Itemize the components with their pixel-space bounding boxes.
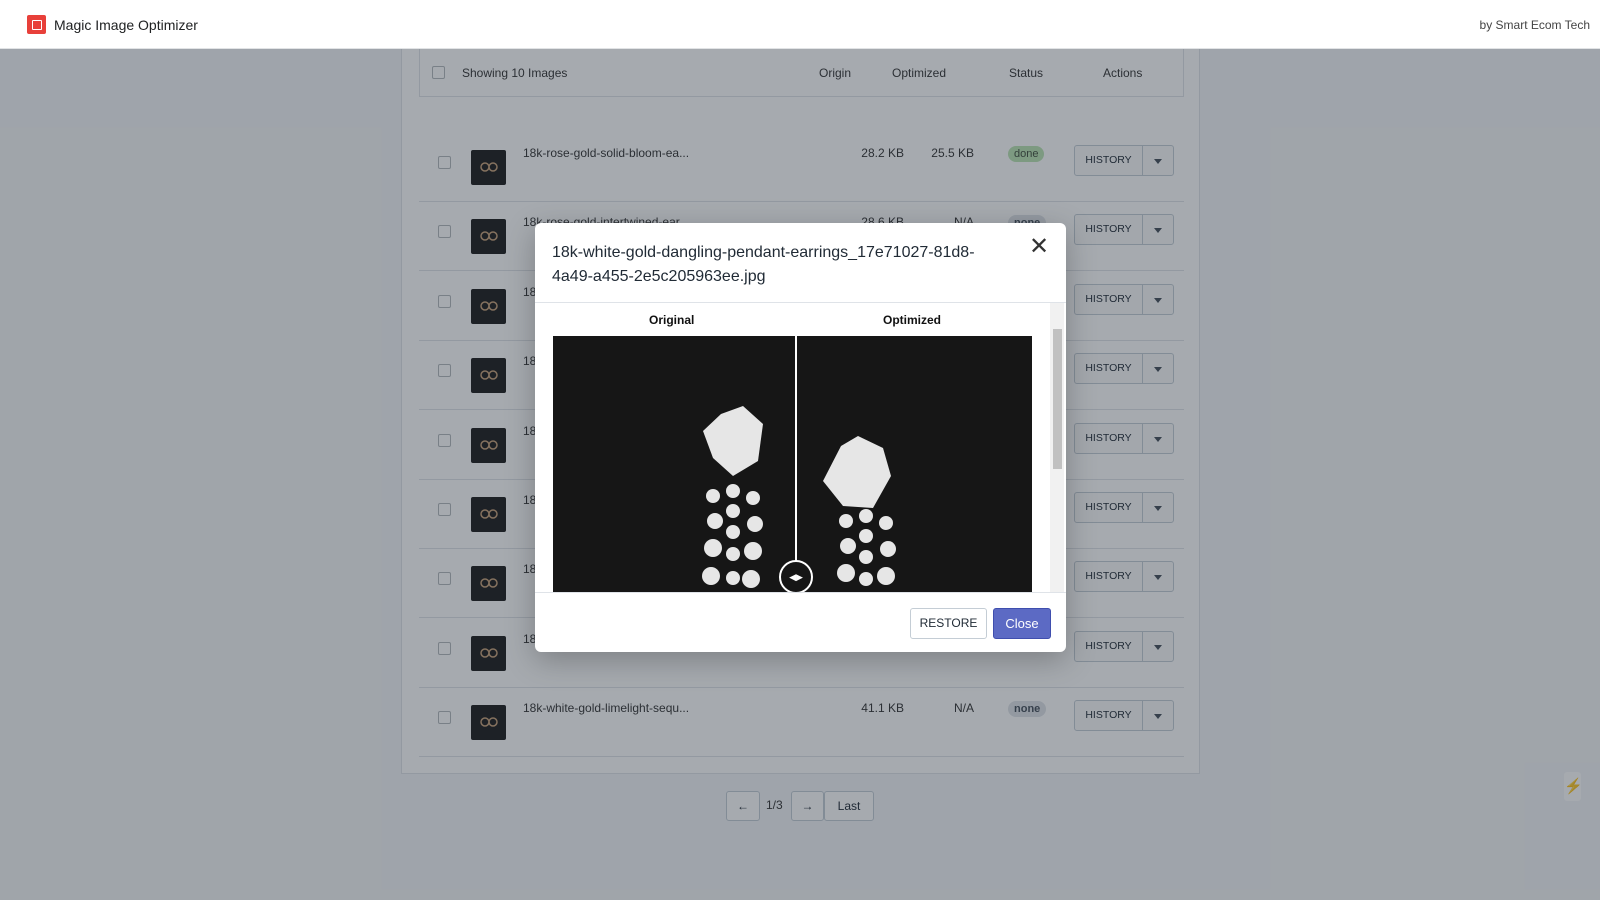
close-button[interactable]: Close: [993, 608, 1051, 639]
earring-image: [702, 406, 896, 592]
modal-title: 18k-white-gold-dangling-pendant-earrings…: [552, 244, 975, 285]
compare-divider: [795, 336, 797, 592]
restore-button[interactable]: RESTORE: [910, 608, 987, 639]
image-comparison[interactable]: ◀▶: [553, 336, 1032, 592]
image-compare-modal: 18k-white-gold-dangling-pendant-earrings…: [535, 223, 1066, 652]
original-label: Original: [649, 313, 695, 327]
modal-scrollbar[interactable]: [1050, 303, 1064, 592]
app-logo-icon: [27, 15, 46, 34]
close-icon[interactable]: ✕: [1029, 235, 1049, 259]
byline: by Smart Ecom Tech: [1479, 18, 1590, 32]
scrollbar-thumb[interactable]: [1053, 329, 1062, 469]
optimized-label: Optimized: [883, 313, 942, 327]
compare-slider-handle[interactable]: ◀▶: [779, 560, 813, 592]
app-title: Magic Image Optimizer: [54, 17, 198, 33]
modal-body: Original Optimized ◀▶: [535, 302, 1066, 593]
app-header: Magic Image Optimizer by Smart Ecom Tech: [0, 0, 1600, 49]
